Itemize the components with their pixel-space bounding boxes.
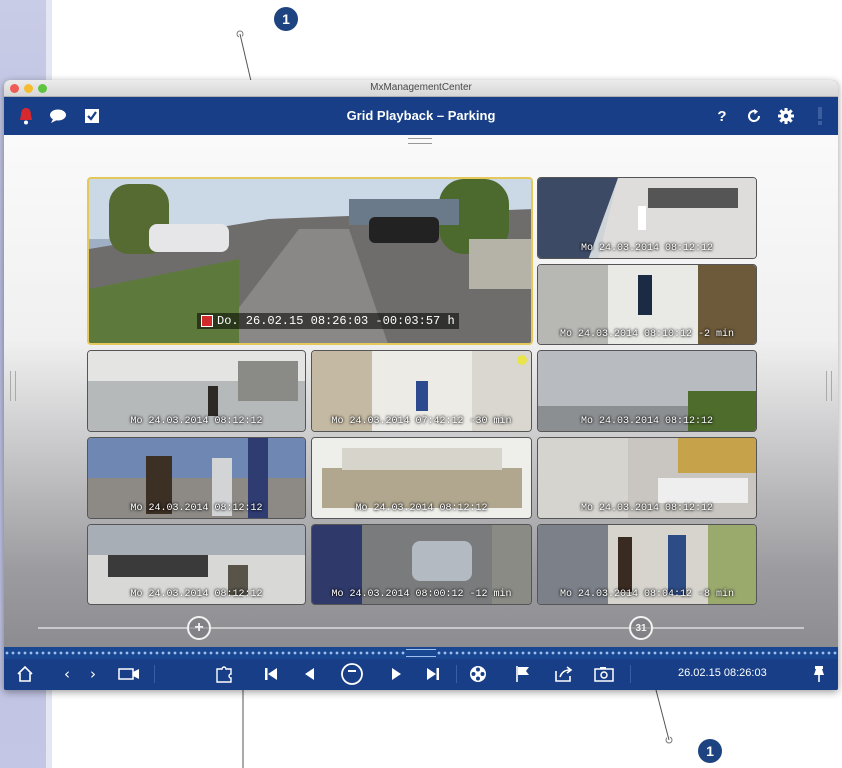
alarm-indicator-icon[interactable] — [810, 106, 830, 126]
export-icon[interactable] — [554, 664, 574, 684]
pin-icon[interactable] — [810, 664, 828, 684]
window-title: MxManagementCenter — [370, 82, 472, 93]
tile-a3-timestamp: Mo 24.03.2014 08:12:12 — [580, 416, 714, 427]
pause-record-icon[interactable] — [340, 663, 364, 685]
forward-icon[interactable]: › — [84, 664, 102, 684]
tile-c1-timestamp: Mo 24.03.2014 08:12:12 — [130, 589, 263, 600]
toolbar-separator — [154, 665, 155, 683]
video-tile-main[interactable]: Do. 26.02.15 08:26:03 -00:03:57 h — [87, 177, 533, 345]
screenshot-root: 1 1 MxManagementCenter Grid Playback – P… — [0, 0, 842, 768]
timeline-ruler-handle[interactable] — [406, 649, 436, 657]
recording-badge-icon — [201, 314, 213, 327]
video-tile-c1[interactable]: Mo 24.03.2014 08:12:12 — [87, 524, 306, 605]
skip-last-icon[interactable] — [424, 664, 442, 684]
timeline-slider-track[interactable] — [38, 627, 804, 629]
window-titlebar: MxManagementCenter — [4, 80, 838, 97]
settings-gear-icon[interactable] — [776, 106, 796, 126]
back-icon[interactable]: ‹ — [58, 664, 76, 684]
skip-first-icon[interactable] — [262, 664, 280, 684]
film-reel-icon[interactable] — [468, 664, 488, 684]
add-timeline-button[interactable]: + — [187, 616, 211, 640]
refresh-icon[interactable] — [744, 106, 764, 126]
callout-number-bottom: 1 — [698, 739, 722, 763]
tile-c2-timestamp: Mo 24.03.2014 08:00:12 -12 min — [331, 589, 512, 600]
video-tile-a2[interactable]: Mo 24.03.2014 07:42:12 -30 min — [311, 350, 532, 432]
playback-toolbar: ‹ › 26.02.15 08:26:03 — [4, 659, 838, 690]
tile-c3-timestamp: Mo 24.03.2014 08:04:12 -8 min — [559, 589, 735, 600]
playback-datetime: 26.02.15 08:26:03 — [678, 667, 767, 679]
puzzle-icon[interactable] — [214, 664, 234, 684]
video-tile-a1[interactable]: Mo 24.03.2014 08:12:12 — [87, 350, 306, 432]
app-window: MxManagementCenter Grid Playback – Parki… — [4, 80, 838, 690]
toolbar-separator — [630, 665, 631, 683]
tile-r2-timestamp: Mo 24.03.2014 08:10:12 -2 min — [559, 329, 735, 340]
left-resize-grip[interactable] — [10, 371, 16, 401]
video-tile-c2[interactable]: Mo 24.03.2014 08:00:12 -12 min — [311, 524, 532, 605]
tile-b2-timestamp: Mo 24.03.2014 08:12:12 — [355, 503, 488, 514]
right-resize-grip[interactable] — [826, 371, 832, 401]
tile-b1-timestamp: Mo 24.03.2014 08:12:12 — [130, 503, 263, 514]
callout-number-top: 1 — [274, 7, 298, 31]
home-icon[interactable] — [16, 664, 34, 684]
camera-icon[interactable] — [118, 664, 140, 684]
tile-b3-timestamp: Mo 24.03.2014 08:12:12 — [580, 503, 714, 514]
motion-indicator-icon — [517, 355, 527, 365]
tile-a2-timestamp: Mo 24.03.2014 07:42:12 -30 min — [331, 416, 512, 427]
video-tile-b3[interactable]: Mo 24.03.2014 08:12:12 — [537, 437, 757, 519]
calendar-button[interactable]: 31 — [629, 616, 653, 640]
toolbar-separator — [456, 665, 457, 683]
top-resize-grip[interactable] — [408, 138, 432, 144]
video-tile-r1[interactable]: Mo 24.03.2014 08:12:12 — [537, 177, 757, 259]
video-tile-a3[interactable]: Mo 24.03.2014 08:12:12 — [537, 350, 757, 432]
step-forward-icon[interactable] — [388, 664, 406, 684]
main-tile-timestamp-text: Do. 26.02.15 08:26:03 -00:03:57 h — [217, 314, 455, 328]
video-tile-c3[interactable]: Mo 24.03.2014 08:04:12 -8 min — [537, 524, 757, 605]
video-grid-area: Do. 26.02.15 08:26:03 -00:03:57 h Mo 24.… — [4, 135, 838, 647]
flag-icon[interactable] — [514, 664, 532, 684]
step-back-icon[interactable] — [300, 664, 318, 684]
app-header-bar: Grid Playback – Parking ? — [4, 97, 838, 135]
video-tile-b2[interactable]: Mo 24.03.2014 08:12:12 — [311, 437, 532, 519]
help-icon[interactable]: ? — [712, 106, 732, 126]
snapshot-icon[interactable] — [594, 664, 614, 684]
main-tile-timestamp: Do. 26.02.15 08:26:03 -00:03:57 h — [197, 313, 459, 329]
video-tile-b1[interactable]: Mo 24.03.2014 08:12:12 — [87, 437, 306, 519]
timeline-ruler[interactable] — [4, 647, 838, 659]
tile-r1-timestamp: Mo 24.03.2014 08:12:12 — [580, 243, 714, 254]
video-tile-r2[interactable]: Mo 24.03.2014 08:10:12 -2 min — [537, 264, 757, 345]
tile-a1-timestamp: Mo 24.03.2014 08:12:12 — [130, 416, 263, 427]
